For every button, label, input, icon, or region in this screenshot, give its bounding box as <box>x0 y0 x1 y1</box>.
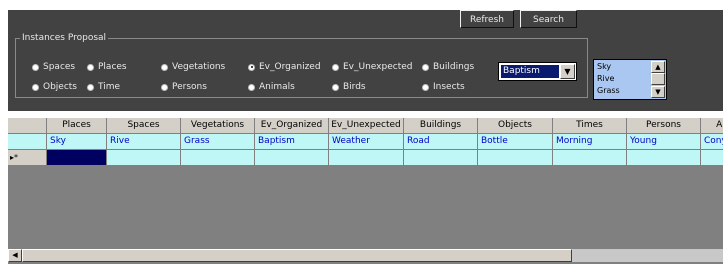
table-cell[interactable]: Morning <box>553 134 627 150</box>
radio-ev-organized[interactable]: Ev_Organized <box>248 61 321 73</box>
column-header[interactable]: Persons <box>627 118 701 134</box>
chevron-up-icon[interactable]: ▲ <box>651 61 665 73</box>
list-item[interactable]: Rive <box>597 74 614 84</box>
table-cell[interactable]: Baptism <box>255 134 329 150</box>
radio-dot-icon <box>422 63 429 71</box>
column-header[interactable]: Vegetations <box>181 118 255 134</box>
grid-header-row: Places Spaces Vegetations Ev_Organized E… <box>8 118 723 134</box>
radio-dot-icon <box>32 83 39 91</box>
table-cell[interactable]: Cony <box>701 134 723 150</box>
row-header[interactable] <box>8 134 47 150</box>
radio-persons[interactable]: Persons <box>161 81 207 93</box>
table-cell[interactable]: Road <box>404 134 478 150</box>
column-header[interactable]: Objects <box>478 118 553 134</box>
refresh-button[interactable]: Refresh <box>460 10 514 28</box>
group-title: Instances Proposal <box>20 33 109 43</box>
table-cell[interactable] <box>553 150 627 166</box>
table-cell[interactable]: Sky <box>47 134 107 150</box>
radio-buildings[interactable]: Buildings <box>422 61 474 73</box>
radio-ev-unexpected[interactable]: Ev_Unexpected <box>332 61 413 73</box>
data-grid: Places Spaces Vegetations Ev_Organized E… <box>8 118 723 264</box>
radio-animals[interactable]: Animals <box>248 81 295 93</box>
app-window: Refresh Search Instances Proposal Spaces… <box>0 0 723 267</box>
column-header[interactable]: Ev_Organized <box>255 118 329 134</box>
radio-objects[interactable]: Objects <box>32 81 77 93</box>
event-combobox[interactable]: Baptism ▼ <box>498 62 577 81</box>
scroll-thumb[interactable] <box>651 73 665 85</box>
table-cell[interactable]: Grass <box>181 134 255 150</box>
radio-dot-icon <box>332 63 339 71</box>
chevron-down-icon[interactable]: ▼ <box>560 64 575 79</box>
radio-dot-icon <box>87 83 94 91</box>
radio-insects[interactable]: Insects <box>422 81 465 93</box>
radio-dot-icon <box>422 83 429 91</box>
column-header[interactable]: An <box>701 118 723 134</box>
combo-selected-value: Baptism <box>501 65 559 78</box>
radio-dot-icon <box>161 83 168 91</box>
corner-cell <box>8 118 47 134</box>
column-header[interactable]: Places <box>47 118 107 134</box>
radio-birds[interactable]: Birds <box>332 81 366 93</box>
table-cell[interactable] <box>255 150 329 166</box>
new-row-marker-icon[interactable]: ▸* <box>8 150 47 166</box>
horizontal-scrollbar[interactable]: ◀ <box>8 249 723 262</box>
table-cell[interactable]: Weather <box>329 134 404 150</box>
table-cell[interactable] <box>329 150 404 166</box>
selected-cell[interactable] <box>47 150 107 166</box>
table-cell[interactable] <box>404 150 478 166</box>
radio-dot-selected-icon <box>248 63 255 71</box>
instances-listbox[interactable]: Sky Rive Grass ▲ ▼ <box>593 59 667 100</box>
column-header[interactable]: Ev_Unexpected <box>329 118 404 134</box>
table-cell[interactable] <box>107 150 181 166</box>
table-cell[interactable] <box>181 150 255 166</box>
table-cell[interactable]: Bottle <box>478 134 553 150</box>
listbox-scrollbar[interactable]: ▲ ▼ <box>651 61 665 98</box>
chevron-down-icon[interactable]: ▼ <box>651 86 665 98</box>
table-cell[interactable]: Rive <box>107 134 181 150</box>
list-item[interactable]: Sky <box>597 62 611 72</box>
radio-places[interactable]: Places <box>87 61 127 73</box>
radio-dot-icon <box>32 63 39 71</box>
radio-dot-icon <box>248 83 255 91</box>
list-item[interactable]: Grass <box>597 86 620 96</box>
column-header[interactable]: Buildings <box>404 118 478 134</box>
table-cell[interactable]: Young <box>627 134 701 150</box>
table-cell[interactable] <box>701 150 723 166</box>
search-button[interactable]: Search <box>520 10 577 28</box>
radio-spaces[interactable]: Spaces <box>32 61 75 73</box>
table-cell[interactable] <box>478 150 553 166</box>
radio-dot-icon <box>87 63 94 71</box>
radio-time[interactable]: Time <box>87 81 120 93</box>
table-cell[interactable] <box>627 150 701 166</box>
column-header[interactable]: Times <box>553 118 627 134</box>
radio-vegetations[interactable]: Vegetations <box>161 61 225 73</box>
scroll-thumb[interactable] <box>22 249 572 262</box>
radio-dot-icon <box>332 83 339 91</box>
column-header[interactable]: Spaces <box>107 118 181 134</box>
radio-dot-icon <box>161 63 168 71</box>
chevron-left-icon[interactable]: ◀ <box>8 249 22 262</box>
